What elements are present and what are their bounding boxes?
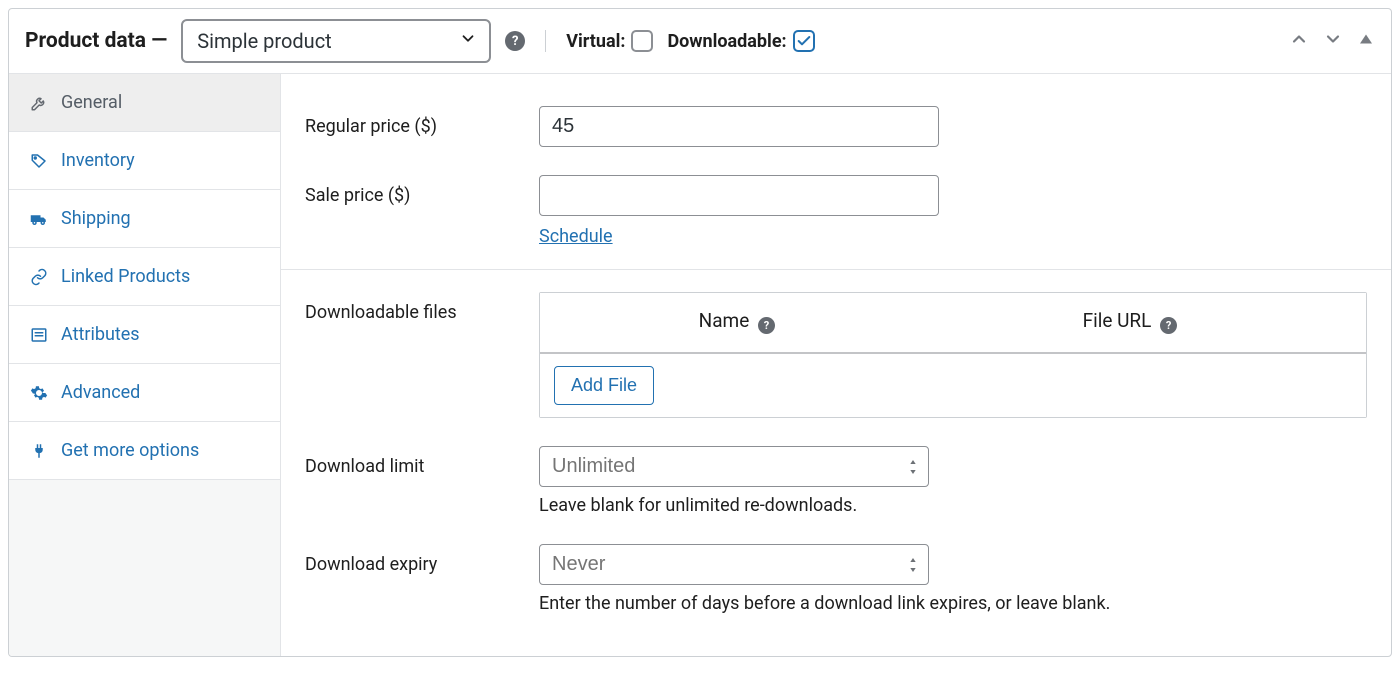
regular-price-label: Regular price ($) [305,106,515,137]
download-limit-help: Leave blank for unlimited re-downloads. [539,495,1367,516]
downloadable-files-label: Downloadable files [305,292,515,323]
help-icon[interactable]: ? [758,317,775,334]
tab-get-more-options[interactable]: Get more options [9,422,280,480]
help-icon[interactable]: ? [1160,317,1177,334]
tab-advanced[interactable]: Advanced [9,364,280,422]
row-download-expiry: Download expiry Enter the number of days… [305,530,1367,628]
row-download-limit: Download limit Leave blank for unlimited… [305,432,1367,530]
section-divider [281,269,1391,270]
plug-icon [29,442,49,460]
download-expiry-input[interactable] [539,544,929,585]
downloadable-files-table: Name ? File URL ? Add File [539,292,1367,418]
files-col-name: Name ? [560,309,914,334]
tab-general[interactable]: General [9,74,280,132]
sale-price-input[interactable] [539,175,939,216]
download-limit-input[interactable] [539,446,929,487]
regular-price-input[interactable] [539,106,939,147]
download-expiry-help: Enter the number of days before a downlo… [539,593,1367,614]
tab-label: Shipping [61,208,131,229]
truck-icon [29,210,49,228]
files-table-footer: Add File [540,352,1366,417]
row-regular-price: Regular price ($) [305,92,1367,161]
product-type-value[interactable]: Simple product [181,19,491,63]
download-limit-label: Download limit [305,446,515,477]
help-icon[interactable]: ? [505,31,525,51]
product-data-panel: Product data — Simple product ? Virtual:… [8,8,1392,657]
tab-label: Linked Products [61,266,190,287]
virtual-label: Virtual: [566,31,625,52]
tab-linked-products[interactable]: Linked Products [9,248,280,306]
gear-icon [29,384,49,402]
list-icon [29,326,49,344]
link-icon [29,268,49,286]
virtual-toggle: Virtual: [566,30,653,52]
tab-content-general: Regular price ($) Sale price ($) Schedul… [281,74,1391,656]
tab-attributes[interactable]: Attributes [9,306,280,364]
files-col-url: File URL ? [914,309,1346,334]
tab-shipping[interactable]: Shipping [9,190,280,248]
downloadable-label: Downloadable: [667,31,786,52]
panel-body: General Inventory Shipping Linked Produc… [9,74,1391,656]
schedule-link[interactable]: Schedule [539,226,613,247]
wrench-icon [29,94,49,112]
product-type-select[interactable]: Simple product [181,19,491,63]
tab-label: Inventory [61,150,135,171]
panel-title: Product data — [25,29,167,53]
virtual-checkbox[interactable] [631,30,653,52]
tab-label: General [61,92,122,113]
tab-label: Advanced [61,382,140,403]
panel-header: Product data — Simple product ? Virtual:… [9,9,1391,74]
tab-inventory[interactable]: Inventory [9,132,280,190]
tag-icon [29,152,49,170]
collapse-icon[interactable] [1357,30,1375,53]
files-table-header: Name ? File URL ? [540,293,1366,352]
move-up-icon[interactable] [1289,29,1309,54]
move-down-icon[interactable] [1323,29,1343,54]
tab-label: Get more options [61,440,199,461]
row-downloadable-files: Downloadable files Name ? File URL ? [305,278,1367,432]
download-expiry-label: Download expiry [305,544,515,575]
sale-price-label: Sale price ($) [305,175,515,206]
add-file-button[interactable]: Add File [554,366,654,405]
separator [545,30,546,52]
tab-label: Attributes [61,324,140,345]
downloadable-checkbox[interactable] [793,30,815,52]
row-sale-price: Sale price ($) Schedule [305,161,1367,261]
side-tabs: General Inventory Shipping Linked Produc… [9,74,281,656]
downloadable-toggle: Downloadable: [667,30,814,52]
panel-controls [1289,29,1375,54]
